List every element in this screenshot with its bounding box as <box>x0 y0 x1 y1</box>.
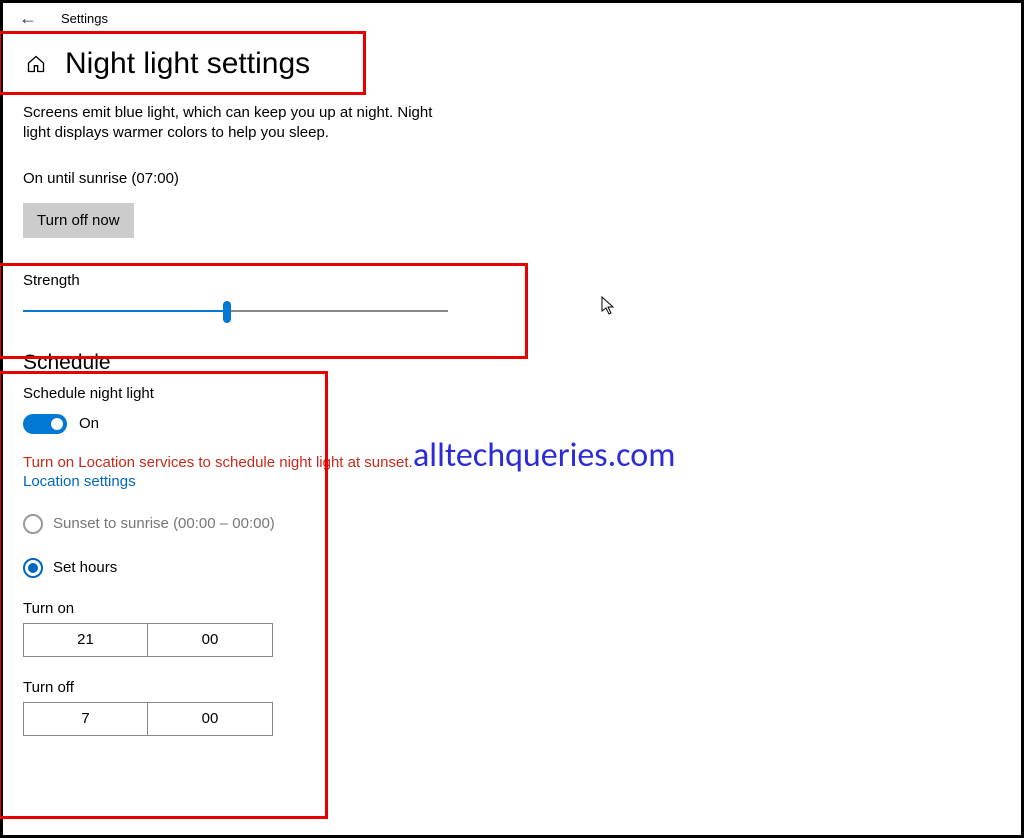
radio-sunset-to-sunrise <box>23 514 43 534</box>
strength-label: Strength <box>23 272 1011 289</box>
back-arrow-icon[interactable]: ← <box>19 9 37 27</box>
page-title: Night light settings <box>65 47 310 81</box>
location-warning: Turn on Location services to schedule ni… <box>23 454 1011 471</box>
toggle-knob <box>51 418 63 430</box>
turn-off-hour-field[interactable]: 7 <box>23 702 148 736</box>
highlight-box-schedule <box>0 371 328 819</box>
description-text: Screens emit blue light, which can keep … <box>23 103 453 144</box>
location-settings-link[interactable]: Location settings <box>23 473 1011 490</box>
window-title: Settings <box>61 11 108 26</box>
turn-off-label: Turn off <box>23 679 1011 696</box>
turn-off-minute-field[interactable]: 00 <box>148 702 273 736</box>
status-text: On until sunrise (07:00) <box>23 170 1011 187</box>
radio-set-hours-label: Set hours <box>53 559 117 576</box>
home-icon[interactable] <box>25 53 47 75</box>
schedule-toggle[interactable] <box>23 414 67 434</box>
strength-slider[interactable] <box>23 297 448 325</box>
turn-on-hour-field[interactable]: 21 <box>23 623 148 657</box>
turn-on-label: Turn on <box>23 600 1011 617</box>
schedule-toggle-state: On <box>79 415 99 432</box>
turn-off-now-button[interactable]: Turn off now <box>23 203 134 238</box>
titlebar: ← Settings <box>3 3 1021 31</box>
radio-dot <box>28 563 38 573</box>
radio-set-hours[interactable] <box>23 558 43 578</box>
schedule-heading: Schedule <box>23 351 1011 375</box>
turn-on-minute-field[interactable]: 00 <box>148 623 273 657</box>
radio-sunset-label: Sunset to sunrise (00:00 – 00:00) <box>53 515 275 532</box>
schedule-toggle-label: Schedule night light <box>23 385 1011 402</box>
